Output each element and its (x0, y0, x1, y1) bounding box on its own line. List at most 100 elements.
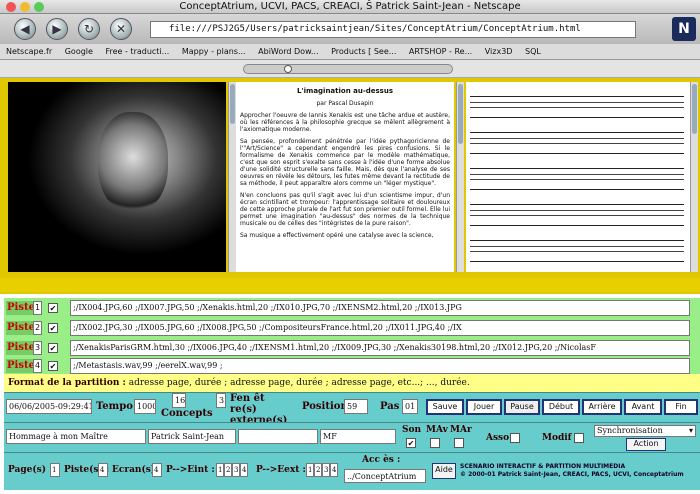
track-sequence-field[interactable]: ;/XenakisParisGRM.html,30 ;/IX006.JPG,40… (70, 340, 690, 356)
bookmarks-bar: Netscape.fr Google Free - traducti... Ma… (0, 44, 700, 60)
footer-line: © 2000-01 Patrick Saint-Jean, CREACI, PA… (460, 471, 684, 478)
main-viewport: L'imagination au-dessus par Pascal Dusap… (0, 78, 700, 294)
asso-label: Asso (486, 433, 510, 443)
score-staff (470, 168, 684, 190)
mf-field[interactable]: MF (320, 429, 396, 444)
internal-screen-label: P-->Eint : (166, 465, 215, 475)
concepts-label: Concepts (161, 408, 213, 419)
track-row: Piste 3 ✔ ;/XenakisParisGRM.html,30 ;/IX… (4, 338, 700, 358)
track-sequence-field[interactable]: ;/IX004.JPG,60 ;/IX007.JPG,50 ;/Xenakis.… (70, 300, 690, 316)
help-button[interactable]: Aide (432, 463, 456, 479)
external-screen-label: P-->Eext : (256, 465, 306, 475)
bookmark-item[interactable]: Google (65, 47, 93, 56)
url-bar[interactable]: file:///PSJ2G5/Users/patricksaintjean/Si… (150, 21, 636, 38)
eint-box-3[interactable]: 3 (232, 463, 240, 477)
step-field[interactable]: 01 (402, 399, 418, 414)
viewport-bottom-bar (0, 278, 700, 292)
pause-button[interactable]: Pause (504, 399, 540, 415)
forward-button[interactable]: Avant (624, 399, 662, 415)
article-scrollbar[interactable] (456, 82, 464, 272)
position-field[interactable]: 59 (344, 399, 368, 414)
control-panel-row-3: Page(s) : 1 Piste(s) : 4 Ecran(s) : 4 P-… (4, 452, 700, 490)
eext-box-1[interactable]: 1 (306, 463, 314, 477)
author-field[interactable]: Patrick Saint-Jean (148, 429, 236, 444)
track-enable-checkbox[interactable]: ✔ (48, 323, 58, 333)
end-button[interactable]: Fin (664, 399, 698, 415)
save-button[interactable]: Sauve (426, 399, 464, 415)
access-field[interactable]: ../ConceptAtrium (344, 469, 426, 483)
mar-label: MAr (450, 425, 472, 435)
track-enable-checkbox[interactable]: ✔ (48, 361, 58, 371)
forward-icon[interactable]: ▶ (46, 18, 68, 40)
concepts-count-field[interactable]: 16 (172, 393, 186, 408)
close-window-icon[interactable] (6, 2, 16, 12)
date-field[interactable]: 06/06/2005-09:29:41 (6, 399, 92, 414)
scrollbar-thumb[interactable] (458, 84, 463, 144)
sync-select[interactable]: Synchronisation ▾ (594, 425, 696, 437)
image-scrollbar[interactable] (228, 82, 236, 272)
bookmark-item[interactable]: ARTSHOP - Re... (409, 47, 472, 56)
asso-checkbox[interactable] (510, 433, 520, 443)
pages-field[interactable]: 1 (50, 463, 60, 477)
sync-select-value: Synchronisation (597, 426, 663, 435)
mav-checkbox[interactable] (430, 438, 440, 448)
track-number: 3 (33, 341, 42, 355)
track-sequence-field[interactable]: ;/IX002.JPG,30 ;/IX005.JPG,60 ;/IX008.JP… (70, 320, 690, 336)
minimize-window-icon[interactable] (20, 2, 30, 12)
reload-icon[interactable]: ↻ (78, 18, 100, 40)
article-paragraph: Sa musique a effectivement opéré une cat… (240, 232, 434, 239)
bookmark-item[interactable]: Free - traducti... (105, 47, 169, 56)
track-enable-checkbox[interactable]: ✔ (48, 303, 58, 313)
eint-box-4[interactable]: 4 (240, 463, 248, 477)
track-label: Piste (6, 321, 36, 335)
back-icon[interactable]: ◀ (14, 18, 36, 40)
bookmark-item[interactable]: Vizx3D (485, 47, 513, 56)
mav-label: MAv (426, 425, 448, 435)
blank-field[interactable] (238, 429, 318, 444)
track-label: Piste (6, 359, 36, 373)
score-staff (470, 204, 684, 226)
action-button[interactable]: Action (626, 438, 666, 451)
play-button[interactable]: Jouer (466, 399, 502, 415)
title-field[interactable]: Hommage à mon Maître (6, 429, 146, 444)
bookmark-item[interactable]: Netscape.fr (6, 47, 52, 56)
tracks-field[interactable]: 4 (98, 463, 108, 477)
scrollbar-thumb[interactable] (230, 84, 235, 124)
media-controller-strip (0, 60, 700, 78)
chevron-down-icon: ▾ (688, 426, 693, 435)
track-label: Piste (6, 341, 36, 355)
bookmark-item[interactable]: Products [ See... (331, 47, 396, 56)
eext-box-2[interactable]: 2 (314, 463, 322, 477)
browser-toolbar: ◀ ▶ ↻ ✕ file:///PSJ2G5/Users/patricksain… (0, 14, 700, 44)
article-paragraph: Sa pensée, profondément pénétrée par l'i… (240, 138, 450, 187)
face-highlight (98, 112, 168, 212)
track-number: 4 (33, 359, 42, 373)
article-paragraph: Approcher l'oeuvre de Iannis Xenakis est… (240, 112, 450, 133)
eext-box-4[interactable]: 4 (330, 463, 338, 477)
track-enable-checkbox[interactable]: ✔ (48, 343, 58, 353)
windows-count-field[interactable]: 3 (216, 393, 226, 408)
screens-field[interactable]: 4 (152, 463, 162, 477)
track-number: 1 (33, 301, 42, 315)
scrollbar-thumb[interactable] (692, 84, 697, 134)
media-slider[interactable] (243, 64, 453, 74)
music-score-image (466, 82, 690, 272)
media-slider-thumb[interactable] (284, 65, 292, 73)
track-sequence-field[interactable]: ;/Metastasis.wav,99 ;/eerelX.wav,99 ; (70, 358, 690, 374)
eext-box-3[interactable]: 3 (322, 463, 330, 477)
modif-checkbox[interactable] (574, 433, 584, 443)
eint-box-2[interactable]: 2 (224, 463, 232, 477)
score-scrollbar[interactable] (690, 82, 698, 272)
sound-checkbox[interactable]: ✔ (406, 438, 416, 448)
backward-button[interactable]: Arrière (582, 399, 622, 415)
zoom-window-icon[interactable] (34, 2, 44, 12)
eint-box-1[interactable]: 1 (216, 463, 224, 477)
bookmark-item[interactable]: Mappy - plans... (182, 47, 246, 56)
start-button[interactable]: Début (542, 399, 580, 415)
bookmark-item[interactable]: AbiWord Dow... (258, 47, 318, 56)
stop-icon[interactable]: ✕ (110, 18, 132, 40)
mar-checkbox[interactable] (454, 438, 464, 448)
window-title-bar: ConceptAtrium, UCVI, PACS, CREACI, Š Pat… (0, 0, 700, 14)
tempo-field[interactable]: 1000 (134, 399, 156, 414)
bookmark-item[interactable]: SQL (525, 47, 541, 56)
